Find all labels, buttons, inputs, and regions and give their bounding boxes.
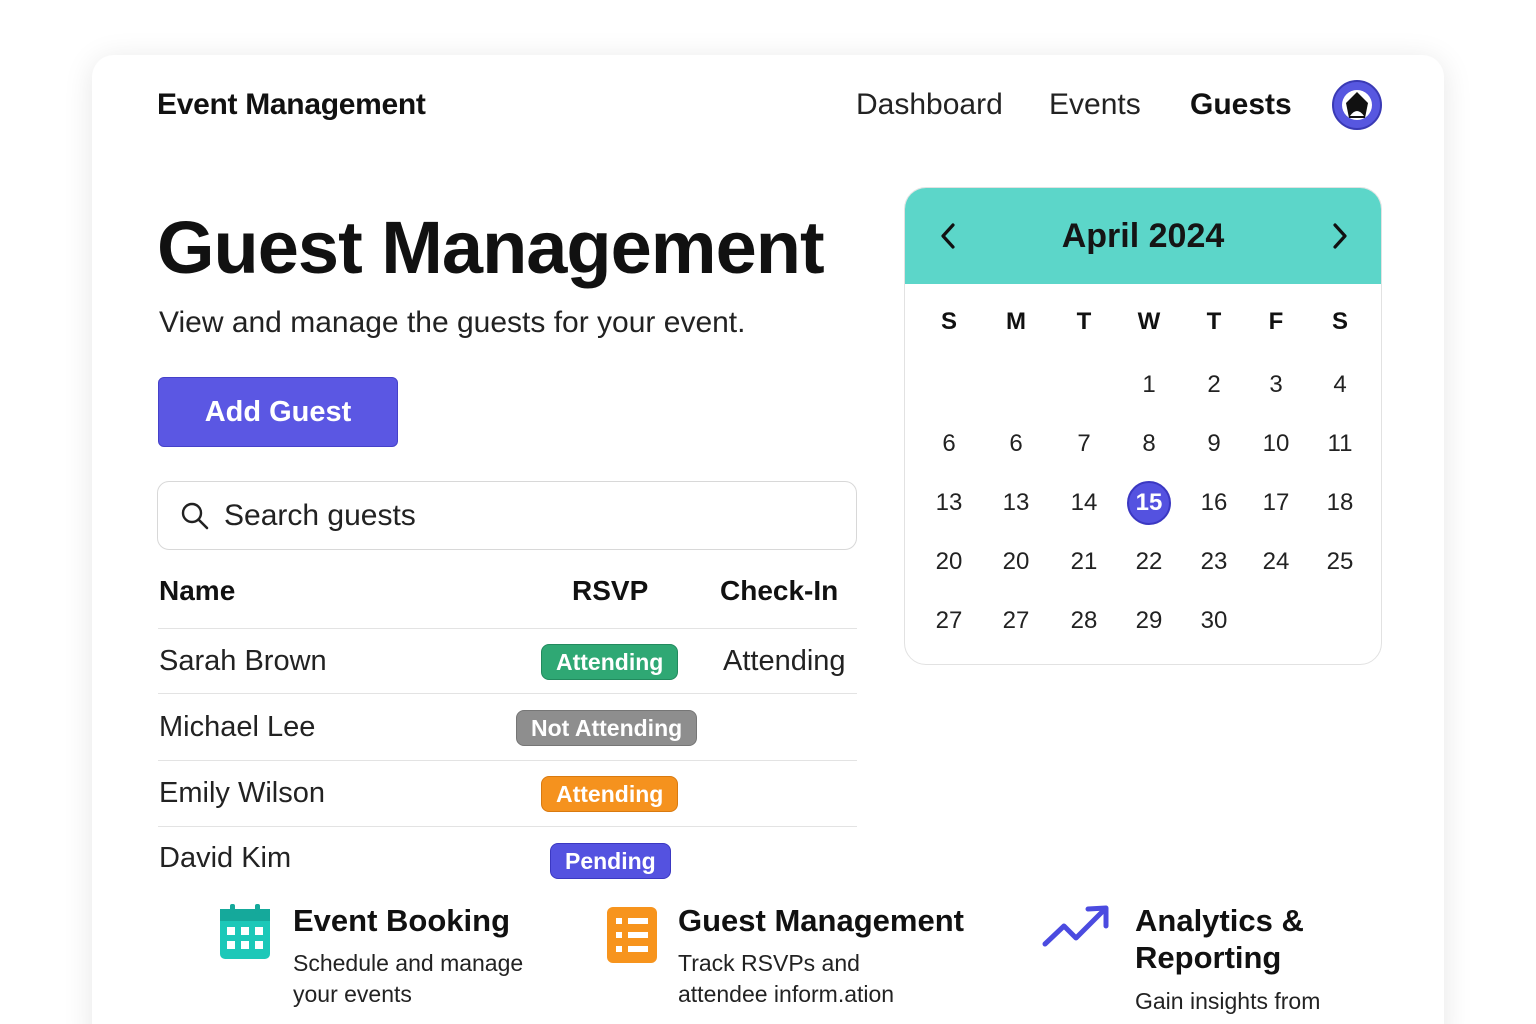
calendar-day[interactable]: 2 xyxy=(1192,363,1236,407)
calendar-day[interactable]: 21 xyxy=(1062,540,1106,584)
calendar-day[interactable]: 18 xyxy=(1318,481,1362,525)
weekday-label: T xyxy=(1206,308,1222,335)
calendar-day[interactable]: 7 xyxy=(1062,422,1106,466)
calendar-day[interactable]: 6 xyxy=(994,422,1038,466)
nav-guests[interactable]: Guests xyxy=(1190,88,1292,122)
calendar-day[interactable]: 17 xyxy=(1254,481,1298,525)
feature-title-line: Reporting xyxy=(1135,940,1282,975)
rsvp-badge: Attending xyxy=(541,776,679,812)
calendar-header: April 2024 xyxy=(905,188,1381,284)
calendar-day[interactable]: 28 xyxy=(1062,599,1106,643)
feature-desc-line: attendee inform.ation xyxy=(678,981,895,1007)
user-avatar-icon xyxy=(1342,90,1372,120)
table-divider xyxy=(158,760,857,761)
calendar-day[interactable]: 20 xyxy=(994,540,1038,584)
chevron-left-icon xyxy=(941,223,955,249)
calendar-day[interactable]: 27 xyxy=(927,599,971,643)
next-month-button[interactable] xyxy=(1325,218,1355,254)
calendar-day[interactable]: 9 xyxy=(1192,422,1236,466)
rsvp-badge: Not Attending xyxy=(516,710,698,746)
calendar-day[interactable]: 27 xyxy=(994,599,1038,643)
calendar-day[interactable]: 16 xyxy=(1192,481,1236,525)
guest-name[interactable]: Sarah Brown xyxy=(159,645,327,678)
calendar-day[interactable]: 25 xyxy=(1318,540,1362,584)
search-input[interactable]: Search guests xyxy=(224,499,416,533)
guest-name[interactable]: David Kim xyxy=(159,842,291,875)
weekday-label: S xyxy=(1331,308,1348,335)
user-avatar-button[interactable] xyxy=(1332,80,1382,130)
trending-up-icon xyxy=(1042,905,1109,947)
feature-desc-line: Gain insights from xyxy=(1135,988,1321,1014)
search-icon xyxy=(181,502,209,529)
calendar-day[interactable]: 13 xyxy=(927,481,971,525)
feature-title: Event Booking xyxy=(293,903,511,938)
calendar-day[interactable]: 11 xyxy=(1318,422,1362,466)
calendar-month-title: April 2024 xyxy=(1061,216,1225,255)
table-divider xyxy=(158,628,857,629)
calendar-day[interactable]: 20 xyxy=(927,540,971,584)
calendar-day[interactable]: 6 xyxy=(927,422,971,466)
weekday-label: F xyxy=(1268,308,1284,335)
feature-desc-line: Track RSVPs and xyxy=(678,950,860,976)
calendar-day[interactable]: 10 xyxy=(1254,422,1298,466)
rsvp-badge: Pending xyxy=(550,843,671,879)
calendar-day[interactable]: 23 xyxy=(1192,540,1236,584)
calendar-day[interactable]: 8 xyxy=(1127,422,1171,466)
calendar-widget: April 2024 S M T W T F S 1 2 3 4 6 6 7 8 9 10 11 13 13 14 15 1… xyxy=(904,187,1382,665)
calendar-day[interactable]: 3 xyxy=(1254,363,1298,407)
column-header-rsvp[interactable]: RSVP xyxy=(572,575,648,607)
chevron-right-icon xyxy=(1333,223,1347,249)
column-header-name[interactable]: Name xyxy=(159,575,235,607)
column-header-checkin[interactable]: Check-In xyxy=(720,575,838,607)
page-subtitle: View and manage the guests for your even… xyxy=(159,306,746,339)
nav-events[interactable]: Events xyxy=(1049,88,1141,122)
calendar-day[interactable]: 30 xyxy=(1192,599,1236,643)
add-guest-button[interactable]: Add Guest xyxy=(158,377,398,447)
weekday-label: S xyxy=(940,308,957,335)
calendar-day[interactable]: 22 xyxy=(1127,540,1171,584)
table-divider xyxy=(158,826,857,827)
feature-title-line: Analytics & xyxy=(1135,903,1304,938)
rsvp-badge: Attending xyxy=(541,644,679,680)
weekday-label: M xyxy=(1006,308,1026,335)
calendar-day[interactable]: 14 xyxy=(1062,481,1106,525)
search-box[interactable]: Search guests xyxy=(157,481,857,550)
guest-name[interactable]: Michael Lee xyxy=(159,711,315,744)
prev-month-button[interactable] xyxy=(933,218,963,254)
calendar-day[interactable]: 4 xyxy=(1318,363,1362,407)
calendar-icon xyxy=(220,904,270,959)
calendar-day[interactable]: 13 xyxy=(994,481,1038,525)
page-title: Guest Management xyxy=(157,206,825,289)
calendar-day[interactable]: 24 xyxy=(1254,540,1298,584)
feature-title: Guest Management xyxy=(678,903,964,938)
calendar-day[interactable]: 1 xyxy=(1127,363,1171,407)
calendar-day-selected[interactable]: 15 xyxy=(1127,481,1171,525)
guest-name[interactable]: Emily Wilson xyxy=(159,777,325,810)
list-icon xyxy=(607,907,657,963)
feature-desc-line: Schedule and manage xyxy=(293,950,524,976)
brand-title: Event Management xyxy=(157,88,426,121)
checkin-status: Attending xyxy=(723,645,846,677)
table-divider xyxy=(158,693,857,694)
weekday-label: W xyxy=(1137,308,1161,335)
feature-desc-line: your events xyxy=(293,981,412,1007)
weekday-label: T xyxy=(1076,308,1092,335)
calendar-day[interactable]: 29 xyxy=(1127,599,1171,643)
nav-dashboard[interactable]: Dashboard xyxy=(856,88,1003,122)
